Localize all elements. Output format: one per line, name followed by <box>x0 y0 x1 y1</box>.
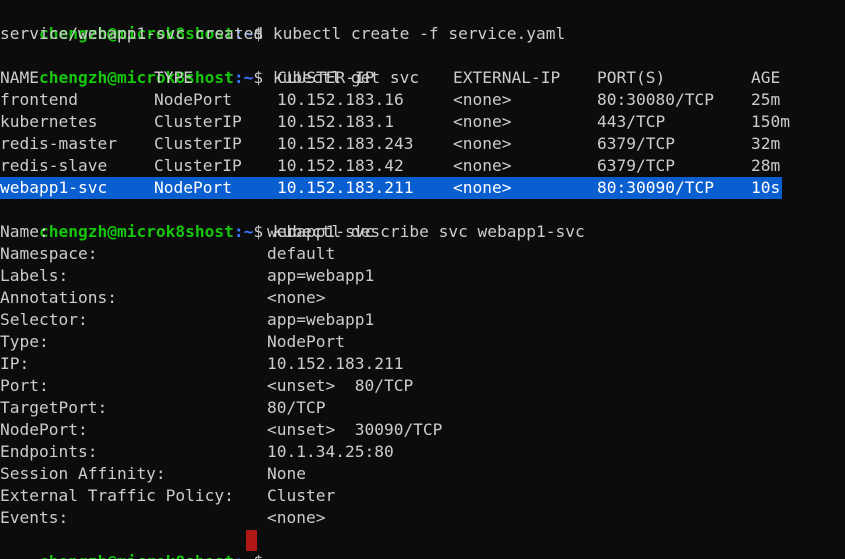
describe-key: Endpoints: <box>0 442 98 461</box>
table-row-selected[interactable]: webapp1-svc NodePort 10.152.183.211 <non… <box>0 177 845 199</box>
describe-key: Labels: <box>0 266 69 285</box>
describe-key: IP: <box>0 354 30 373</box>
describe-value: app=webapp1 <box>267 310 375 329</box>
table-cell: 6379/TCP <box>597 134 675 153</box>
table-cell: <none> <box>453 134 512 153</box>
describe-value: <none> <box>267 508 326 527</box>
terminal-window[interactable]: chengzh@microk8shost:~$ kubectl create -… <box>0 0 845 559</box>
describe-row: Type: NodePort <box>0 331 845 353</box>
table-cell: 6379/TCP <box>597 156 675 175</box>
table-cell: 80:30090/TCP <box>597 178 714 197</box>
table-cell: ClusterIP <box>154 156 242 175</box>
table-cell: ClusterIP <box>154 112 242 131</box>
table-cell: 10s <box>751 178 781 197</box>
describe-value: webapp1-svc <box>267 222 375 241</box>
column-header: EXTERNAL-IP <box>453 68 561 87</box>
prompt-line-create: chengzh@microk8shost:~$ kubectl create -… <box>0 1 565 43</box>
table-cell: 10.152.183.243 <box>277 134 414 153</box>
prompt-line-current[interactable]: chengzh@microk8shost:~$ <box>0 529 263 559</box>
output-line: service/webapp1-svc created <box>0 24 264 43</box>
table-cell: 10.152.183.1 <box>277 112 394 131</box>
column-header: TYPE <box>154 68 193 87</box>
describe-key: Selector: <box>0 310 88 329</box>
table-cell: 80:30080/TCP <box>597 90 714 109</box>
describe-value: app=webapp1 <box>267 266 375 285</box>
describe-value: Cluster <box>267 486 336 505</box>
table-cell: 32m <box>751 134 781 153</box>
table-cell: kubernetes <box>0 112 98 131</box>
prompt-line-describe: chengzh@microk8shost:~$ kubectl describe… <box>0 199 585 241</box>
table-cell: <none> <box>453 90 512 109</box>
table-cell: NodePort <box>154 178 232 197</box>
table-row: redis-slave ClusterIP 10.152.183.42 <non… <box>0 155 845 177</box>
column-header: NAME <box>0 68 39 87</box>
describe-row: Labels: app=webapp1 <box>0 265 845 287</box>
prompt-user-host: chengzh@microk8shost <box>39 552 234 559</box>
table-cell: frontend <box>0 90 78 109</box>
prompt-path: :~ <box>234 552 254 559</box>
describe-row: Port: <unset> 80/TCP <box>0 375 845 397</box>
table-cell: <none> <box>453 112 512 131</box>
column-header: AGE <box>751 68 781 87</box>
describe-row: Endpoints: 10.1.34.25:80 <box>0 441 845 463</box>
table-cell: NodePort <box>154 90 232 109</box>
describe-value: 10.152.183.211 <box>267 354 404 373</box>
describe-value: <unset> 30090/TCP <box>267 420 443 439</box>
table-cell: 10.152.183.211 <box>277 178 414 197</box>
table-cell: 25m <box>751 90 781 109</box>
describe-key: Session Affinity: <box>0 464 166 483</box>
describe-key: Events: <box>0 508 69 527</box>
describe-row: Session Affinity: None <box>0 463 845 485</box>
describe-row: Selector: app=webapp1 <box>0 309 845 331</box>
describe-row: IP: 10.152.183.211 <box>0 353 845 375</box>
command-text: kubectl create -f service.yaml <box>263 24 566 43</box>
describe-value: 80/TCP <box>267 398 326 417</box>
describe-key: NodePort: <box>0 420 88 439</box>
table-row: redis-master ClusterIP 10.152.183.243 <n… <box>0 133 845 155</box>
describe-key: Annotations: <box>0 288 117 307</box>
table-cell: 10.152.183.16 <box>277 90 404 109</box>
table-cell: 28m <box>751 156 781 175</box>
table-cell: redis-master <box>0 134 117 153</box>
describe-value: <none> <box>267 288 326 307</box>
describe-key: External Traffic Policy: <box>0 486 234 505</box>
table-cell: ClusterIP <box>154 134 242 153</box>
table-row: kubernetes ClusterIP 10.152.183.1 <none>… <box>0 111 845 133</box>
column-header: CLUSTER-IP <box>277 68 375 87</box>
describe-key: Type: <box>0 332 49 351</box>
table-cell: webapp1-svc <box>0 178 108 197</box>
table-header: NAME TYPE CLUSTER-IP EXTERNAL-IP PORT(S)… <box>0 67 845 89</box>
table-row: frontend NodePort 10.152.183.16 <none> 8… <box>0 89 845 111</box>
describe-key: Name: <box>0 222 49 241</box>
table-cell: <none> <box>453 178 512 197</box>
describe-row: TargetPort: 80/TCP <box>0 397 845 419</box>
describe-key: Namespace: <box>0 244 98 263</box>
table-cell: 10.152.183.42 <box>277 156 404 175</box>
describe-value: None <box>267 464 306 483</box>
prompt-symbol: $ <box>253 552 263 559</box>
describe-row: Name: webapp1-svc <box>0 221 845 243</box>
describe-row: Annotations: <none> <box>0 287 845 309</box>
describe-row: Events: <none> <box>0 507 845 529</box>
describe-row: NodePort: <unset> 30090/TCP <box>0 419 845 441</box>
describe-value: <unset> 80/TCP <box>267 376 414 395</box>
text-cursor[interactable] <box>246 530 257 551</box>
prompt-line-get: chengzh@microk8shost:~$ kubectl get svc <box>0 45 419 87</box>
table-cell: redis-slave <box>0 156 108 175</box>
describe-row: External Traffic Policy: Cluster <box>0 485 845 507</box>
describe-row: Namespace: default <box>0 243 845 265</box>
table-cell: 443/TCP <box>597 112 666 131</box>
describe-value: default <box>267 244 336 263</box>
table-cell: 150m <box>751 112 790 131</box>
column-header: PORT(S) <box>597 68 666 87</box>
describe-key: TargetPort: <box>0 398 108 417</box>
describe-value: NodePort <box>267 332 345 351</box>
table-cell: <none> <box>453 156 512 175</box>
describe-value: 10.1.34.25:80 <box>267 442 394 461</box>
describe-key: Port: <box>0 376 49 395</box>
